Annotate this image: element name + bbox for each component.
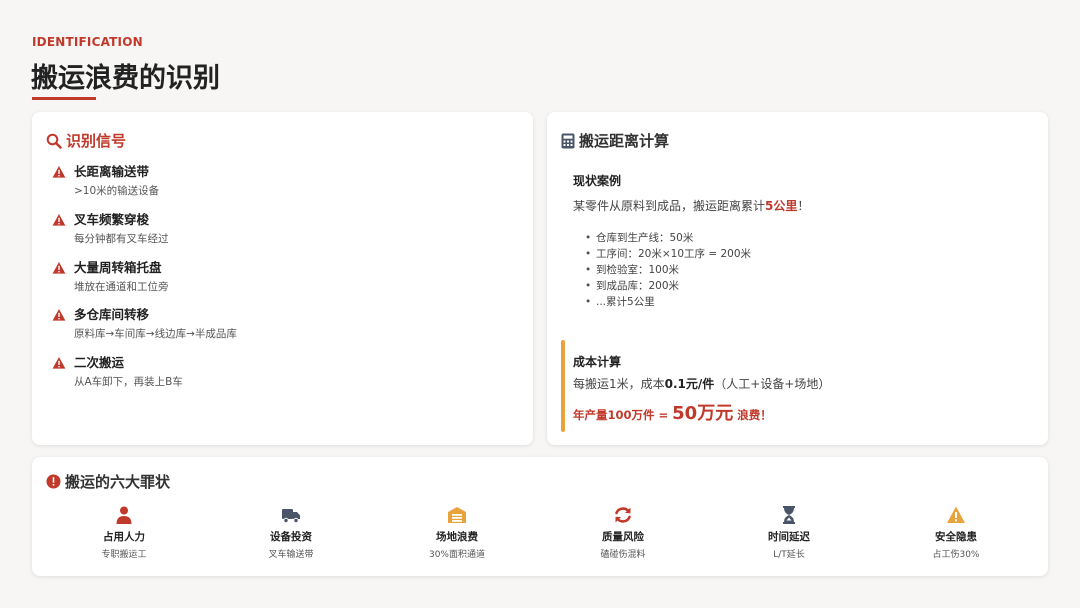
result-prefix: 年产量100万件 =	[573, 408, 669, 422]
case-desc-suffix: ！	[797, 199, 810, 213]
signal-desc: 每分钟都有叉车经过	[74, 233, 169, 245]
cost-accent-bar	[561, 340, 565, 432]
list-item: 到检验室：100米	[585, 262, 751, 278]
sin-name: 时间延迟	[768, 531, 810, 543]
sin-sub: 30%面积通道	[428, 550, 485, 560]
signal-title: 二次搬运	[74, 355, 125, 370]
eyebrow-label: IDENTIFICATION	[32, 35, 143, 49]
cost-result: 年产量100万件 = 50万元 浪费！	[573, 399, 772, 425]
signal-title: 叉车频繁穿梭	[74, 212, 150, 227]
sins-card-title: 搬运的六大罪状	[46, 471, 170, 492]
exclamation-circle-icon	[46, 474, 61, 489]
sins-card: 搬运的六大罪状 占用人力 专职搬运工 设备投资 叉车输送带 场地浪费 30%面积…	[32, 457, 1048, 576]
case-description: 某零件从原料到成品，搬运距离累计5公里！	[573, 197, 809, 214]
case-desc-prefix: 某零件从原料到成品，搬运距离累计	[573, 199, 766, 213]
case-title: 现状案例	[573, 174, 622, 188]
sin-name: 质量风险	[602, 531, 644, 543]
page-title: 搬运浪费的识别	[31, 63, 220, 94]
magnifier-icon	[46, 133, 62, 149]
cost-title: 成本计算	[573, 355, 622, 369]
signal-title: 多仓库间转移	[74, 307, 150, 322]
sin-item: 占用人力 专职搬运工	[49, 505, 199, 560]
distance-card-title: 搬运距离计算	[561, 130, 669, 151]
sin-sub: L/T延长	[773, 550, 805, 560]
sin-sub: 叉车输送带	[268, 550, 314, 560]
list-item: ...累计5公里	[585, 294, 751, 310]
signal-desc: 原料库→车间库→线边库→半成品库	[74, 328, 237, 340]
signal-title: 大量周转箱托盘	[74, 260, 162, 275]
warning-icon	[52, 309, 66, 321]
sin-item: 安全隐患 占工伤30%	[881, 505, 1031, 560]
sin-item: 质量风险 磕碰伤混料	[548, 505, 698, 560]
cost-desc-bold: 0.1元/件	[664, 377, 715, 391]
signal-desc: 堆放在通道和工位旁	[74, 281, 169, 293]
truck-icon	[282, 509, 300, 524]
signal-item: 多仓库间转移原料库→车间库→线边库→半成品库	[52, 307, 237, 341]
list-item: 到成品库：200米	[585, 278, 751, 294]
cost-desc-suffix: （人工+设备+场地）	[714, 377, 831, 391]
signal-item: 二次搬运从A车卸下，再装上B车	[52, 355, 183, 389]
signals-card-title: 识别信号	[46, 130, 126, 151]
list-item: 仓库到生产线：50米	[585, 230, 751, 246]
sin-name: 设备投资	[270, 531, 312, 543]
sin-item: 场地浪费 30%面积通道	[382, 505, 532, 560]
case-desc-highlight: 5公里	[765, 199, 798, 213]
signals-title-text: 识别信号	[66, 132, 127, 150]
signal-item: 叉车频繁穿梭每分钟都有叉车经过	[52, 212, 169, 246]
sin-item: 设备投资 叉车输送带	[216, 505, 366, 560]
calculator-icon	[561, 133, 575, 148]
list-item: 工序间：20米×10工序 = 200米	[585, 246, 751, 262]
signal-item: 大量周转箱托盘 堆放在通道和工位旁	[52, 260, 169, 294]
sin-name: 占用人力	[103, 531, 145, 543]
sin-sub: 占工伤30%	[932, 550, 980, 560]
hourglass-icon	[783, 506, 795, 524]
signal-item: 长距离输送带 >10米的输送设备	[52, 164, 159, 198]
warning-icon	[52, 262, 66, 274]
sins-title-text: 搬运的六大罪状	[65, 473, 171, 491]
sin-sub: 专职搬运工	[101, 550, 147, 560]
signals-card: 识别信号 长距离输送带 >10米的输送设备 叉车频繁穿梭每分钟都有叉车经过 大量周…	[32, 112, 533, 445]
signal-desc: >10米的输送设备	[74, 185, 160, 197]
cost-desc-prefix: 每搬运1米，成本	[573, 377, 665, 391]
signal-title: 长距离输送带	[74, 164, 150, 179]
distance-title-text: 搬运距离计算	[579, 132, 670, 150]
sin-sub: 磕碰伤混料	[600, 550, 646, 560]
case-list: 仓库到生产线：50米 工序间：20米×10工序 = 200米 到检验室：100米…	[585, 230, 751, 310]
warehouse-icon	[448, 507, 466, 523]
warning-icon	[52, 357, 66, 369]
warning-icon	[52, 166, 66, 178]
sin-item: 时间延迟 L/T延长	[714, 505, 864, 560]
signal-desc: 从A车卸下，再装上B车	[74, 376, 183, 388]
cost-description: 每搬运1米，成本0.1元/件（人工+设备+场地）	[573, 375, 830, 392]
sin-name: 场地浪费	[436, 531, 478, 543]
result-amount: 50万元	[672, 403, 734, 424]
warning-icon	[52, 214, 66, 226]
title-underline	[32, 97, 96, 100]
person-icon	[116, 506, 132, 524]
distance-card: 搬运距离计算 现状案例 某零件从原料到成品，搬运距离累计5公里！ 仓库到生产线：…	[547, 112, 1048, 445]
warning-icon	[947, 506, 965, 523]
result-suffix: 浪费！	[737, 408, 772, 422]
refresh-icon	[615, 507, 631, 523]
sin-name: 安全隐患	[935, 531, 977, 543]
